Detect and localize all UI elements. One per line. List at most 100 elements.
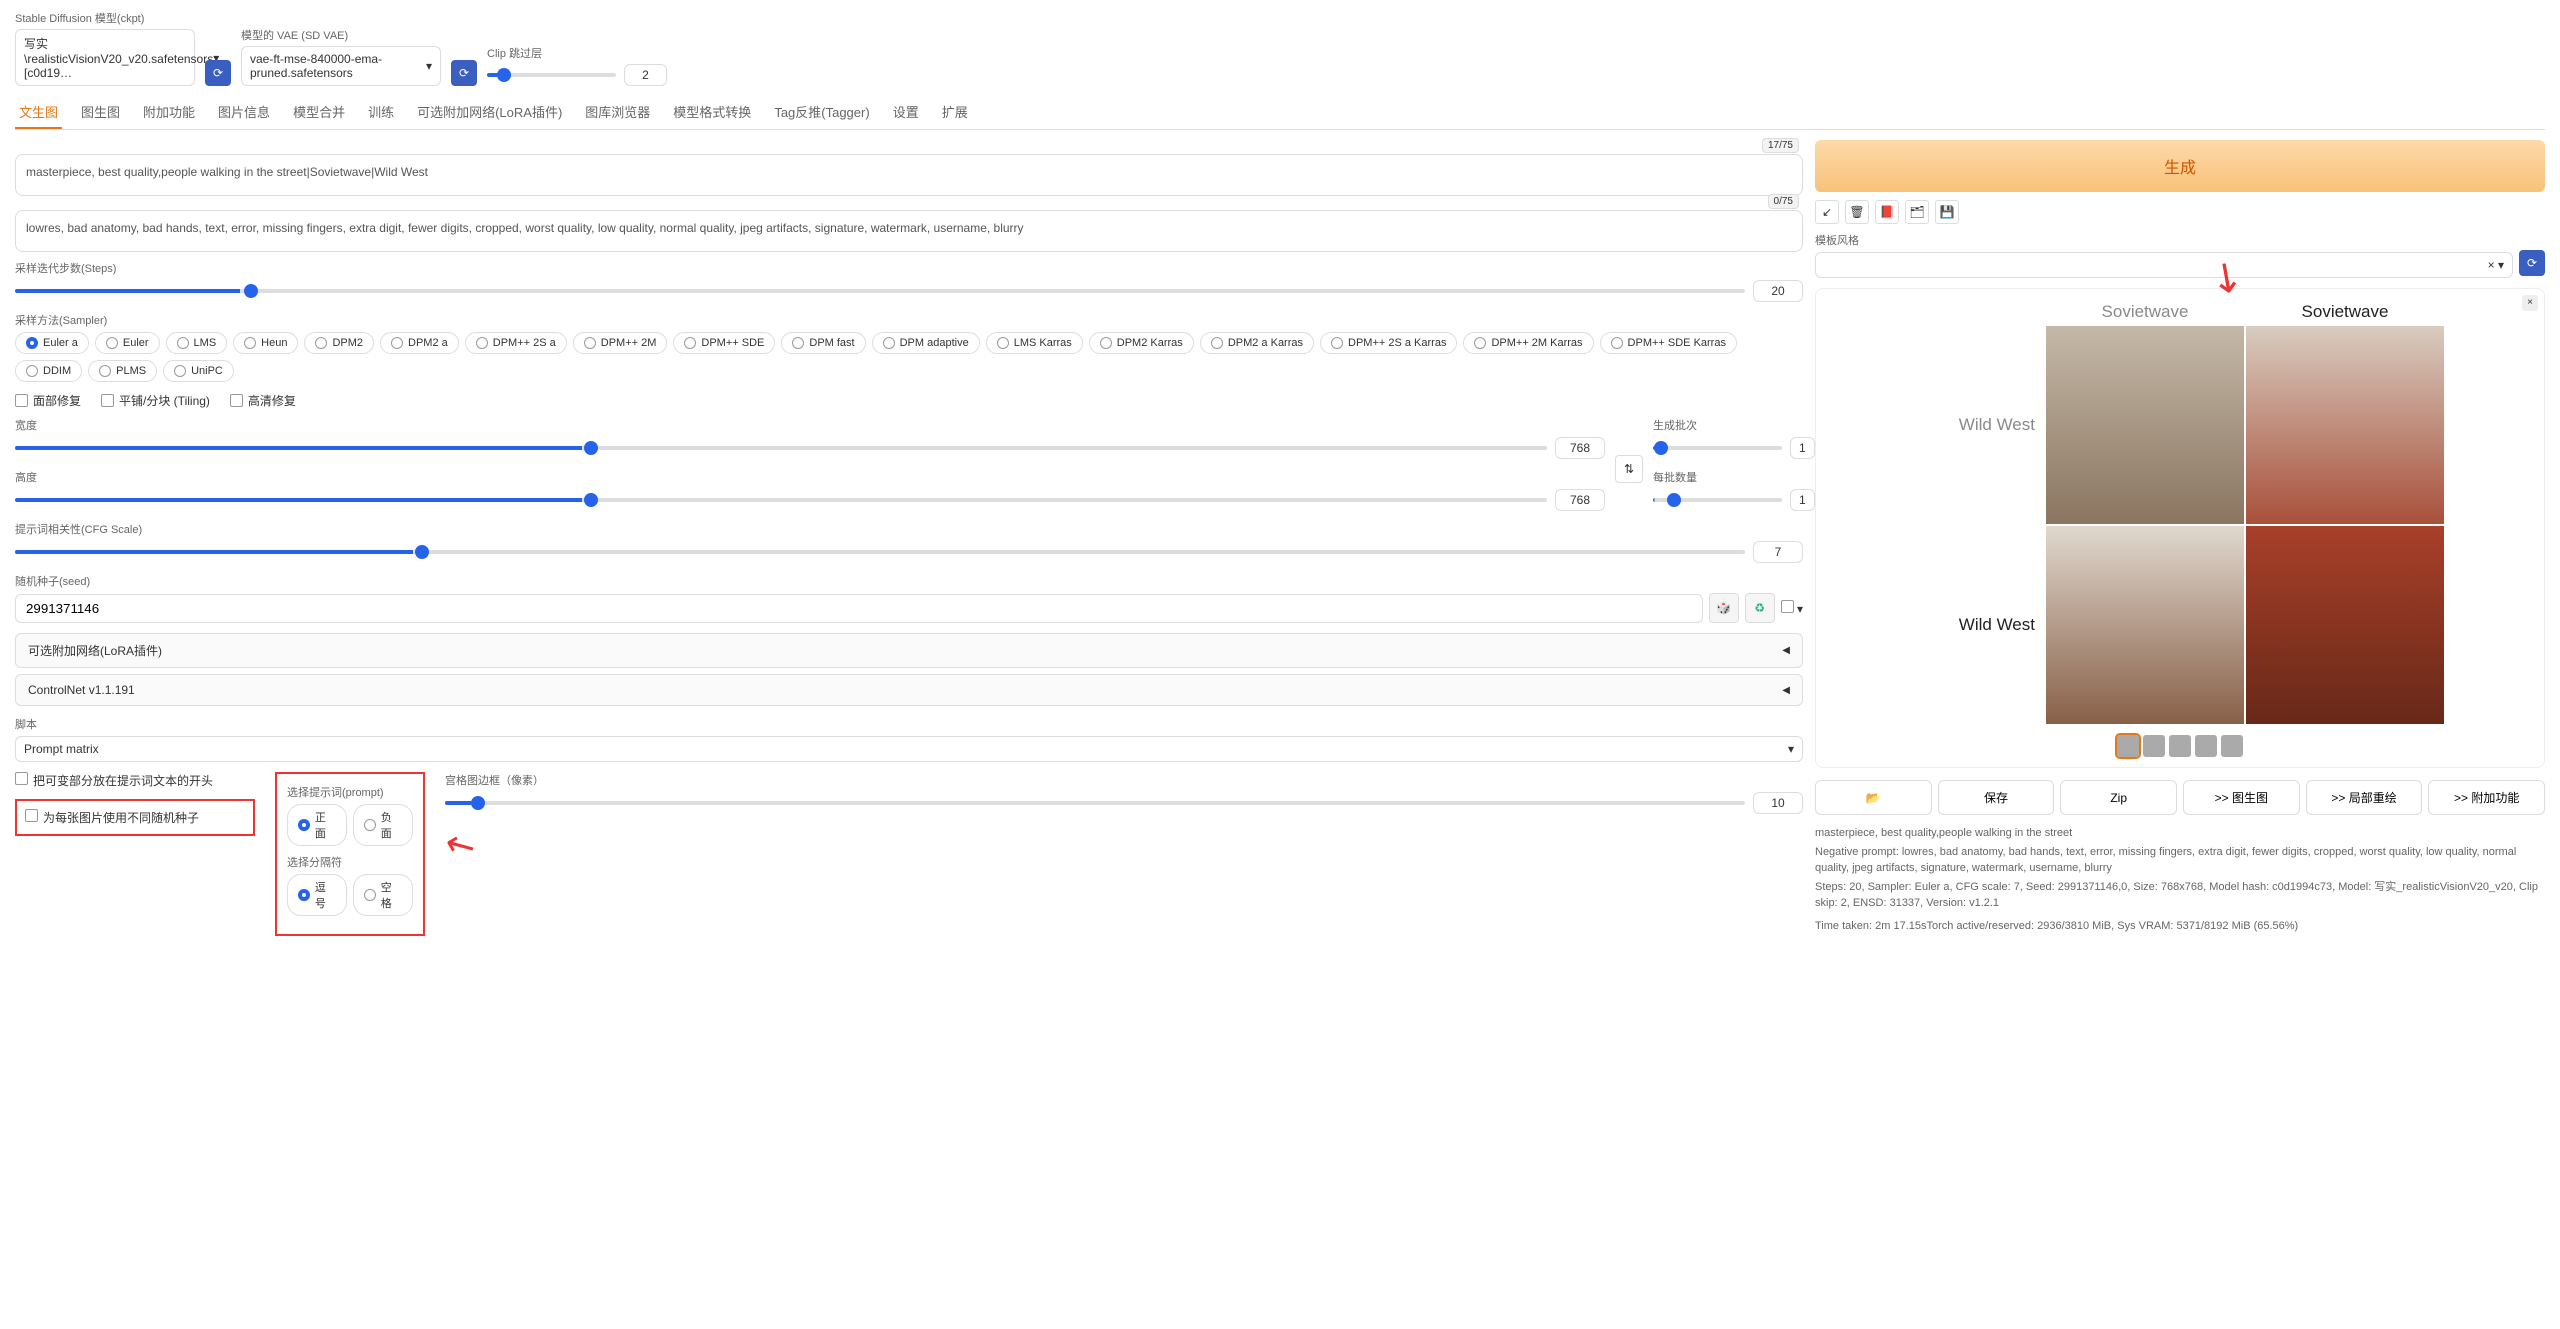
folder-button[interactable]: 📂 bbox=[1815, 780, 1932, 815]
refresh-vae-icon[interactable]: ⟳ bbox=[451, 60, 477, 86]
seed-input[interactable] bbox=[15, 594, 1703, 623]
margin-value[interactable]: 10 bbox=[1753, 792, 1803, 814]
sampler-euler[interactable]: Euler bbox=[95, 332, 160, 354]
sep-label: 选择分隔符 bbox=[287, 854, 413, 870]
sampler-lms-karras[interactable]: LMS Karras bbox=[986, 332, 1083, 354]
width-slider[interactable] bbox=[15, 446, 1547, 450]
output-image-1-1[interactable] bbox=[2246, 526, 2444, 724]
cfg-value[interactable]: 7 bbox=[1753, 541, 1803, 563]
lora-accordion[interactable]: 可选附加网络(LoRA插件)◀ bbox=[15, 633, 1803, 668]
sampler-dpm-2s-a[interactable]: DPM++ 2S a bbox=[465, 332, 567, 354]
style-dropdown[interactable]: × ▾ bbox=[1815, 252, 2513, 278]
tab-lora[interactable]: 可选附加网络(LoRA插件) bbox=[413, 96, 566, 129]
output-image-0-0[interactable] bbox=[2046, 326, 2244, 524]
height-slider[interactable] bbox=[15, 498, 1547, 502]
tab-merge[interactable]: 模型合并 bbox=[289, 96, 349, 129]
tiling-check[interactable]: 平铺/分块 (Tiling) bbox=[101, 392, 210, 409]
batch-size-value[interactable]: 1 bbox=[1790, 489, 1815, 511]
output-image-1-0[interactable] bbox=[2046, 526, 2244, 724]
prompt-negative-radio[interactable]: 负面 bbox=[353, 804, 413, 846]
arrow-tool-icon[interactable]: ↙ bbox=[1815, 200, 1839, 224]
steps-label: 采样迭代步数(Steps) bbox=[15, 260, 1803, 276]
book-tool-icon[interactable]: 📕 bbox=[1875, 200, 1899, 224]
refresh-ckpt-icon[interactable]: ⟳ bbox=[205, 60, 231, 86]
sampler-dpm-2m[interactable]: DPM++ 2M bbox=[573, 332, 668, 354]
sampler-euler-a[interactable]: Euler a bbox=[15, 332, 89, 354]
thumb-2[interactable] bbox=[2169, 735, 2191, 757]
img2img-button[interactable]: >> 图生图 bbox=[2183, 780, 2300, 815]
sampler-dpm-sde[interactable]: DPM++ SDE bbox=[673, 332, 775, 354]
inpaint-button[interactable]: >> 局部重绘 bbox=[2306, 780, 2423, 815]
annotation-box-options: 选择提示词(prompt) 正面 负面 选择分隔符 逗号 空格 bbox=[275, 772, 425, 936]
sampler-dpm2-a[interactable]: DPM2 a bbox=[380, 332, 459, 354]
batch-count-value[interactable]: 1 bbox=[1790, 437, 1815, 459]
sampler-dpm-2m-karras[interactable]: DPM++ 2M Karras bbox=[1463, 332, 1593, 354]
hires-check[interactable]: 高清修复 bbox=[230, 392, 296, 409]
grid-row-1: Wild West bbox=[1915, 615, 2045, 635]
tab-tagger[interactable]: Tag反推(Tagger) bbox=[770, 96, 873, 129]
sampler-heun[interactable]: Heun bbox=[233, 332, 298, 354]
sampler-dpm2[interactable]: DPM2 bbox=[304, 332, 374, 354]
output-image-0-1[interactable] bbox=[2246, 326, 2444, 524]
tab-pnginfo[interactable]: 图片信息 bbox=[214, 96, 274, 129]
card-tool-icon[interactable]: 🗂 bbox=[1905, 200, 1929, 224]
seed-recycle-icon[interactable]: ♻ bbox=[1745, 593, 1775, 623]
extras-button[interactable]: >> 附加功能 bbox=[2428, 780, 2545, 815]
matrix-opt2-check[interactable]: 为每张图片使用不同随机种子 bbox=[25, 809, 245, 826]
clip-slider[interactable] bbox=[487, 73, 616, 77]
thumb-1[interactable] bbox=[2143, 735, 2165, 757]
thumb-3[interactable] bbox=[2195, 735, 2217, 757]
cfg-slider[interactable] bbox=[15, 550, 1745, 554]
sampler-plms[interactable]: PLMS bbox=[88, 360, 157, 382]
save-button[interactable]: 保存 bbox=[1938, 780, 2055, 815]
tab-convert[interactable]: 模型格式转换 bbox=[669, 96, 755, 129]
thumb-0[interactable] bbox=[2117, 735, 2139, 757]
script-label: 脚本 bbox=[15, 716, 1803, 732]
tab-train[interactable]: 训练 bbox=[364, 96, 398, 129]
steps-value[interactable]: 20 bbox=[1753, 280, 1803, 302]
tab-txt2img[interactable]: 文生图 bbox=[15, 96, 62, 129]
sep-space-radio[interactable]: 空格 bbox=[353, 874, 413, 916]
batch-size-slider[interactable] bbox=[1653, 498, 1782, 502]
vae-dropdown[interactable]: vae-ft-mse-840000-ema-pruned.safetensors… bbox=[241, 46, 441, 86]
tab-settings[interactable]: 设置 bbox=[889, 96, 923, 129]
width-value[interactable]: 768 bbox=[1555, 437, 1605, 459]
tab-extensions[interactable]: 扩展 bbox=[938, 96, 972, 129]
save-tool-icon[interactable]: 💾 bbox=[1935, 200, 1959, 224]
matrix-opt1-check[interactable]: 把可变部分放在提示词文本的开头 bbox=[15, 772, 255, 789]
sampler-dpm2-karras[interactable]: DPM2 Karras bbox=[1089, 332, 1194, 354]
sampler-unipc[interactable]: UniPC bbox=[163, 360, 234, 382]
clip-value[interactable]: 2 bbox=[624, 64, 667, 86]
refresh-style-icon[interactable]: ⟳ bbox=[2519, 250, 2545, 276]
height-value[interactable]: 768 bbox=[1555, 489, 1605, 511]
sampler-dpm-adaptive[interactable]: DPM adaptive bbox=[872, 332, 980, 354]
tab-extras[interactable]: 附加功能 bbox=[139, 96, 199, 129]
batch-count-slider[interactable] bbox=[1653, 446, 1782, 450]
sampler-dpm-sde-karras[interactable]: DPM++ SDE Karras bbox=[1600, 332, 1737, 354]
tab-browser[interactable]: 图库浏览器 bbox=[581, 96, 654, 129]
sep-comma-radio[interactable]: 逗号 bbox=[287, 874, 347, 916]
generate-button[interactable]: 生成 bbox=[1815, 140, 2545, 192]
prompt-positive[interactable]: masterpiece, best quality,people walking… bbox=[15, 154, 1803, 196]
steps-slider[interactable] bbox=[15, 289, 1745, 293]
sampler-dpm2-a-karras[interactable]: DPM2 a Karras bbox=[1200, 332, 1314, 354]
face-restore-check[interactable]: 面部修复 bbox=[15, 392, 81, 409]
thumb-4[interactable] bbox=[2221, 735, 2243, 757]
sampler-lms[interactable]: LMS bbox=[166, 332, 228, 354]
prompt-positive-radio[interactable]: 正面 bbox=[287, 804, 347, 846]
sampler-dpm-fast[interactable]: DPM fast bbox=[781, 332, 865, 354]
margin-slider[interactable] bbox=[445, 801, 1745, 805]
controlnet-accordion[interactable]: ControlNet v1.1.191◀ bbox=[15, 674, 1803, 706]
zip-button[interactable]: Zip bbox=[2060, 780, 2177, 815]
sampler-dpm-2s-a-karras[interactable]: DPM++ 2S a Karras bbox=[1320, 332, 1457, 354]
seed-extra-check[interactable]: ▾ bbox=[1781, 600, 1803, 616]
tab-img2img[interactable]: 图生图 bbox=[77, 96, 124, 129]
ckpt-dropdown[interactable]: 写实\realisticVisionV20_v20.safetensors [c… bbox=[15, 29, 195, 86]
sampler-ddim[interactable]: DDIM bbox=[15, 360, 82, 382]
close-icon[interactable]: × bbox=[2522, 295, 2538, 311]
swap-size-icon[interactable]: ⇅ bbox=[1615, 455, 1643, 483]
script-dropdown[interactable]: Prompt matrix▾ bbox=[15, 736, 1803, 762]
seed-random-icon[interactable]: 🎲 bbox=[1709, 593, 1739, 623]
prompt-negative[interactable]: lowres, bad anatomy, bad hands, text, er… bbox=[15, 210, 1803, 252]
trash-tool-icon[interactable]: 🗑 bbox=[1845, 200, 1869, 224]
